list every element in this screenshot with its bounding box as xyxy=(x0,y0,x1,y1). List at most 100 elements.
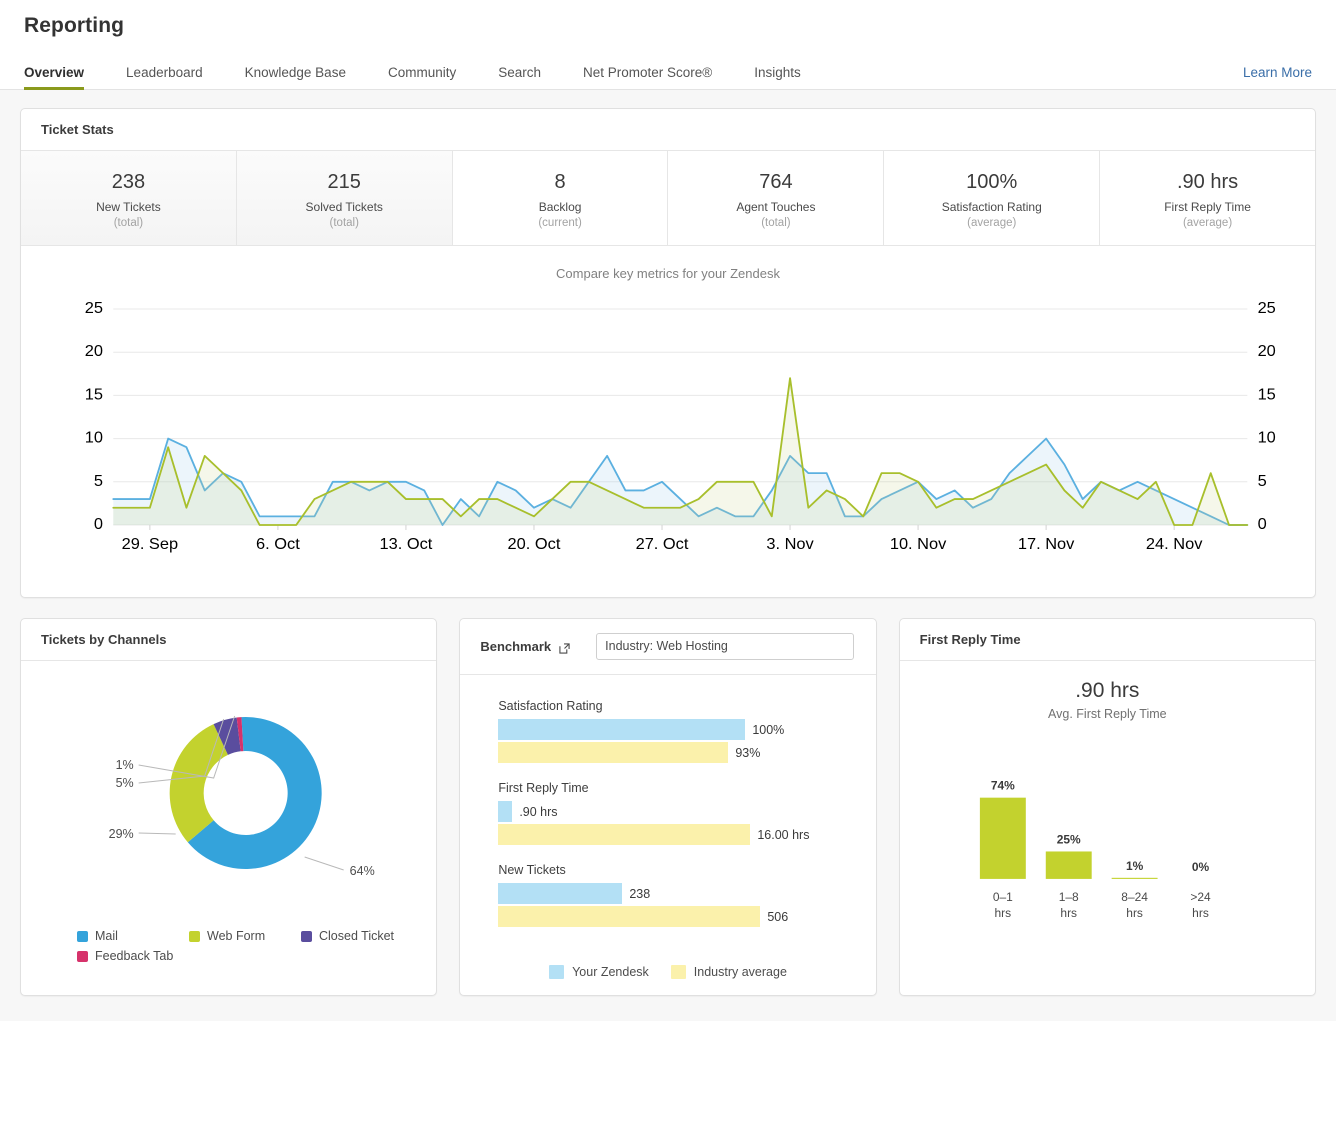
benchmark-body: Satisfaction Rating 100% 93% First Reply… xyxy=(460,675,875,951)
svg-text:17. Nov: 17. Nov xyxy=(1018,535,1075,553)
bar-row-industry: 16.00 hrs xyxy=(498,824,849,845)
bar-industry-average xyxy=(498,906,761,927)
stat-satisfaction-rating[interactable]: 100% Satisfaction Rating (average) xyxy=(884,151,1101,245)
stat-value: 8 xyxy=(554,171,566,193)
tab-net-promoter-score[interactable]: Net Promoter Score® xyxy=(583,65,712,89)
svg-text:10. Nov: 10. Nov xyxy=(890,535,947,553)
legend-label: Your Zendesk xyxy=(572,965,649,979)
benchmark-group-label: Satisfaction Rating xyxy=(498,699,603,713)
legend-item-industry-average[interactable]: Industry average xyxy=(670,965,787,979)
svg-text:27. Oct: 27. Oct xyxy=(636,535,689,553)
legend-item-feedback-tab[interactable]: Feedback Tab xyxy=(77,949,422,963)
stat-value: 215 xyxy=(327,171,361,193)
benchmark-title: Benchmark xyxy=(480,639,552,654)
svg-text:13. Oct: 13. Oct xyxy=(380,535,433,553)
frt-bar-chart-svg: 74% 0–1 hrs 25% 1–8 hrs 1% 8–24 hrs 0% >24 hrs xyxy=(979,779,1211,920)
svg-text:10: 10 xyxy=(85,429,103,447)
frt-big-value: .90 hrs xyxy=(1075,679,1140,702)
benchmark-group-first-reply-time: First Reply Time .90 hrs 16.00 hrs xyxy=(498,781,849,845)
stat-backlog[interactable]: 8 Backlog (current) xyxy=(452,151,669,245)
bar-row-mine: .90 hrs xyxy=(498,801,849,822)
stat-label: First Reply Time xyxy=(1164,200,1251,214)
channels-legend: Mail Web Form Closed Ticket Feedback Tab xyxy=(35,923,422,969)
svg-text:15: 15 xyxy=(1258,386,1276,404)
legend-swatch-feedback-tab xyxy=(77,950,88,962)
ticket-stats-title: Ticket Stats xyxy=(41,122,114,137)
legend-item-web-form[interactable]: Web Form xyxy=(189,929,301,943)
bar-value: 238 xyxy=(629,886,651,901)
svg-text:15: 15 xyxy=(85,386,103,404)
stat-value: 100% xyxy=(966,171,1018,193)
legend-swatch-industry-average xyxy=(670,965,686,979)
benchmark-group-satisfaction-rating: Satisfaction Rating 100% 93% xyxy=(498,699,849,763)
tab-overview[interactable]: Overview xyxy=(24,65,85,90)
tab-search[interactable]: Search xyxy=(498,65,541,89)
legend-swatch-web-form xyxy=(189,930,200,942)
bar-row-industry: 93% xyxy=(498,742,849,763)
page-header: Reporting xyxy=(0,0,1336,38)
stat-value: 238 xyxy=(111,171,146,193)
bottom-panels: Tickets by Channels 1% 5% 29% 64% Mail Web … xyxy=(20,618,1316,996)
svg-text:0: 0 xyxy=(94,515,103,533)
bar-your-zendesk xyxy=(498,883,623,904)
frt-sub-label: Avg. First Reply Time xyxy=(1048,707,1167,721)
legend-item-your-zendesk[interactable]: Your Zendesk xyxy=(549,965,649,979)
svg-text:20. Oct: 20. Oct xyxy=(508,535,561,553)
svg-text:25: 25 xyxy=(85,299,103,317)
stat-label: Agent Touches xyxy=(736,200,816,214)
bar-value: 100% xyxy=(752,722,785,737)
legend-item-mail[interactable]: Mail xyxy=(77,929,189,943)
stat-label: Satisfaction Rating xyxy=(941,200,1042,214)
tab-insights[interactable]: Insights xyxy=(754,65,801,89)
bar-industry-average xyxy=(498,824,751,845)
first-reply-time-body: .90 hrs Avg. First Reply Time 74% 0–1 hrs 2… xyxy=(900,661,1315,995)
external-link-icon[interactable] xyxy=(559,641,570,654)
stat-label: New Tickets xyxy=(96,200,161,214)
page-title: Reporting xyxy=(24,14,125,37)
donut-chart-svg: 1% 5% 29% 64% xyxy=(109,715,375,878)
legend-label: Feedback Tab xyxy=(95,949,174,963)
ticket-stats-header: Ticket Stats xyxy=(21,109,1315,151)
svg-text:20: 20 xyxy=(85,342,103,360)
svg-text:0–1: 0–1 xyxy=(993,890,1013,904)
channels-title: Tickets by Channels xyxy=(41,632,167,647)
stat-new-tickets[interactable]: 238 New Tickets (total) xyxy=(21,151,237,245)
svg-text:25%: 25% xyxy=(1056,832,1080,846)
stat-first-reply-time[interactable]: .90 hrs First Reply Time (average) xyxy=(1100,151,1315,245)
svg-text:hrs: hrs xyxy=(1060,906,1077,920)
legend-swatch-closed-ticket xyxy=(301,930,312,942)
benchmark-group-new-tickets: New Tickets 238 506 xyxy=(498,863,849,927)
svg-text:29%: 29% xyxy=(109,827,134,841)
industry-select[interactable]: Industry: Web Hosting xyxy=(596,633,855,660)
legend-label: Industry average xyxy=(693,965,787,979)
legend-item-closed-ticket[interactable]: Closed Ticket xyxy=(301,929,421,943)
benchmark-legend: Your Zendesk Industry average xyxy=(460,951,875,995)
stat-sub: (average) xyxy=(967,217,1017,229)
svg-text:64%: 64% xyxy=(350,864,375,878)
svg-text:1%: 1% xyxy=(116,758,134,772)
benchmark-header: Benchmark Industry: Web Hosting xyxy=(460,619,876,675)
tab-leaderboard[interactable]: Leaderboard xyxy=(126,65,203,89)
bar-row-industry: 506 xyxy=(498,906,849,927)
svg-text:3. Nov: 3. Nov xyxy=(766,535,814,553)
stat-agent-touches[interactable]: 764 Agent Touches (total) xyxy=(668,151,885,245)
svg-text:25: 25 xyxy=(1258,299,1276,317)
channels-body: 1% 5% 29% 64% Mail Web Form Closed Ticke… xyxy=(21,661,436,995)
svg-text:74%: 74% xyxy=(991,779,1015,793)
stat-label: Backlog xyxy=(538,200,582,214)
tab-community[interactable]: Community xyxy=(388,65,456,89)
learn-more-link[interactable]: Learn More xyxy=(1243,65,1312,89)
bar-value: 506 xyxy=(767,909,789,924)
svg-text:>24: >24 xyxy=(1190,890,1211,904)
benchmark-group-label: New Tickets xyxy=(498,863,566,877)
stat-solved-tickets[interactable]: 215 Solved Tickets (total) xyxy=(236,151,453,245)
compare-metrics-chart: Compare key metrics for your Zendesk 0 0 5… xyxy=(21,246,1315,597)
svg-text:1%: 1% xyxy=(1126,859,1144,873)
tab-knowledge-base[interactable]: Knowledge Base xyxy=(245,65,346,89)
svg-text:6. Oct: 6. Oct xyxy=(256,535,300,553)
legend-label: Closed Ticket xyxy=(319,929,395,943)
first-reply-time-card: First Reply Time .90 hrs Avg. First Repl… xyxy=(898,618,1316,996)
bar-your-zendesk xyxy=(498,801,513,822)
stat-sub: (total) xyxy=(761,217,791,229)
stat-value: .90 hrs xyxy=(1176,171,1239,193)
